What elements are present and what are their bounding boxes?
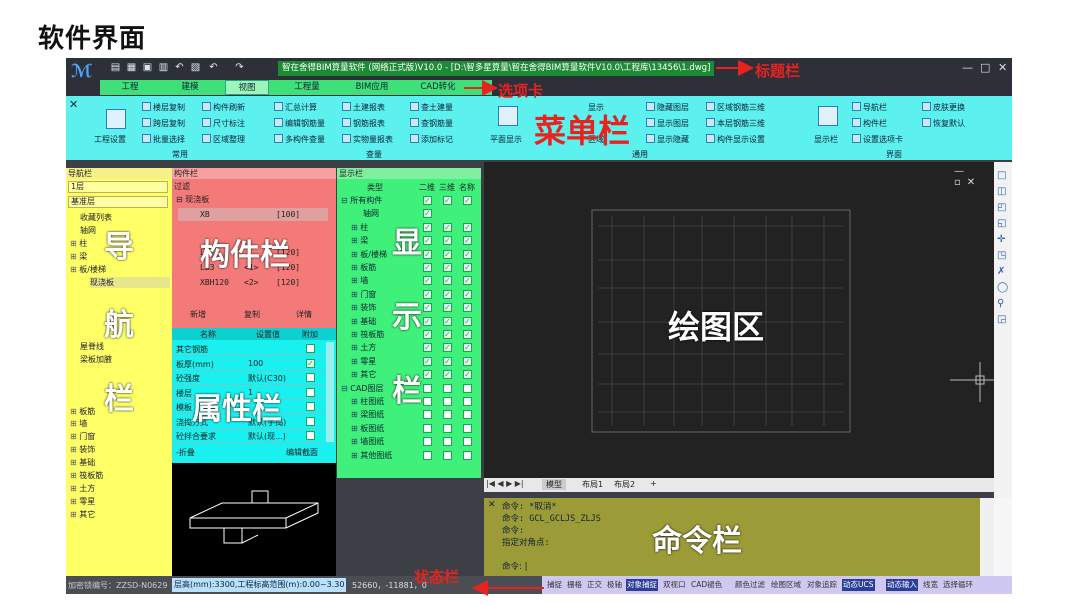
annotation-nav-2: 航 <box>104 308 134 343</box>
annotation-tab-card: 选项卡 <box>498 82 544 100</box>
annotation-display-3: 栏 <box>392 374 422 409</box>
annotation-display-1: 显 <box>392 226 422 261</box>
annotation-display-2: 示 <box>392 300 422 335</box>
annotation-component-bar: 构件栏 <box>200 238 290 273</box>
annotation-menu-bar: 菜单栏 <box>534 112 631 150</box>
annotation-attribute-bar: 属性栏 <box>192 392 282 427</box>
annotation-nav-1: 导 <box>104 230 134 265</box>
annotation-drawing-area: 绘图区 <box>668 308 765 346</box>
annotation-title-bar: 标题栏 <box>755 62 801 80</box>
annotation-status-bar: 状态栏 <box>414 568 460 586</box>
annotation-nav-3: 栏 <box>104 382 134 417</box>
annotation-command-bar: 命令栏 <box>652 524 742 559</box>
